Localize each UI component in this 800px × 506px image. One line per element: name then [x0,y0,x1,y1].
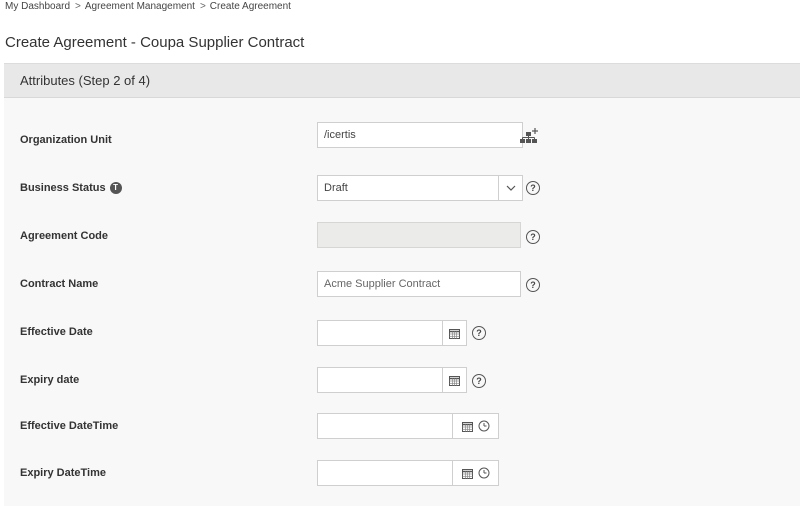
effective-date-help-icon[interactable]: ? [472,326,486,340]
agreement-code-label-text: Agreement Code [20,230,109,242]
expiry-datetime-value [318,461,452,485]
attributes-panel: Attributes (Step 2 of 4) Organization Un… [4,63,800,506]
effective-datetime-field[interactable] [317,413,499,439]
business-status-label-text: Business Status [20,182,106,194]
business-status-select[interactable]: Draft [317,175,523,201]
effective-date-label-text: Effective Date [20,326,93,338]
effective-datetime-label: Effective DateTime [20,419,118,433]
organization-unit-value: /icertis [324,129,356,141]
business-status-label: Business Status T [20,181,122,195]
calendar-icon [449,375,460,386]
expiry-date-label-text: Expiry date [20,374,80,386]
expiry-date-help-icon[interactable]: ? [472,374,486,388]
organization-unit-label: Organization Unit [20,133,112,147]
breadcrumb-agreement-management[interactable]: Agreement Management [85,1,195,12]
expiry-datetime-label-text: Expiry DateTime [20,467,107,479]
clock-icon[interactable] [478,467,490,479]
calendar-icon [449,328,460,339]
business-status-value: Draft [324,182,348,194]
help-glyph: ? [530,231,536,242]
help-glyph: ? [476,375,482,386]
help-glyph: ? [530,182,536,193]
expiry-date-field[interactable] [317,367,467,393]
datetime-picker-buttons [452,414,498,438]
chevron-down-icon [506,185,515,191]
breadcrumb-create-agreement: Create Agreement [209,1,291,12]
panel-header: Attributes (Step 2 of 4) [4,64,800,98]
effective-date-value [318,321,442,345]
agreement-code-help-icon[interactable]: ? [526,230,540,244]
calendar-button[interactable] [442,321,466,345]
business-status-help-icon[interactable]: ? [526,181,540,195]
effective-datetime-label-text: Effective DateTime [20,420,119,432]
contract-name-field[interactable]: Acme Supplier Contract [317,271,521,297]
breadcrumb-my-dashboard[interactable]: My Dashboard [5,1,70,12]
text-type-badge: T [109,182,122,194]
agreement-code-field [317,222,521,248]
contract-name-help-icon[interactable]: ? [526,278,540,292]
organization-unit-field[interactable]: /icertis [317,122,523,148]
organization-unit-label-text: Organization Unit [20,134,112,146]
clock-icon[interactable] [478,420,490,432]
contract-name-label: Contract Name [20,277,98,291]
breadcrumb-separator: > [75,1,81,12]
datetime-picker-buttons [452,461,498,485]
expiry-date-label: Expiry date [20,373,79,387]
expiry-datetime-label: Expiry DateTime [20,466,106,480]
effective-date-label: Effective Date [20,325,93,339]
contract-name-label-text: Contract Name [20,278,99,290]
agreement-code-label: Agreement Code [20,229,108,243]
calendar-icon[interactable] [461,421,473,432]
effective-date-field[interactable] [317,320,467,346]
contract-name-value: Acme Supplier Contract [324,278,441,290]
page-title: Create Agreement - Coupa Supplier Contra… [5,34,305,51]
calendar-icon[interactable] [461,468,473,479]
expiry-datetime-field[interactable] [317,460,499,486]
breadcrumb-separator: > [199,1,206,12]
effective-datetime-value [318,414,452,438]
org-chart-add-icon[interactable] [519,127,539,145]
help-glyph: ? [530,279,536,290]
expiry-date-value [318,368,442,392]
calendar-button[interactable] [442,368,466,392]
breadcrumb: My Dashboard > Agreement Management > Cr… [5,1,291,12]
help-glyph: ? [476,327,482,338]
dropdown-button[interactable] [498,176,522,200]
